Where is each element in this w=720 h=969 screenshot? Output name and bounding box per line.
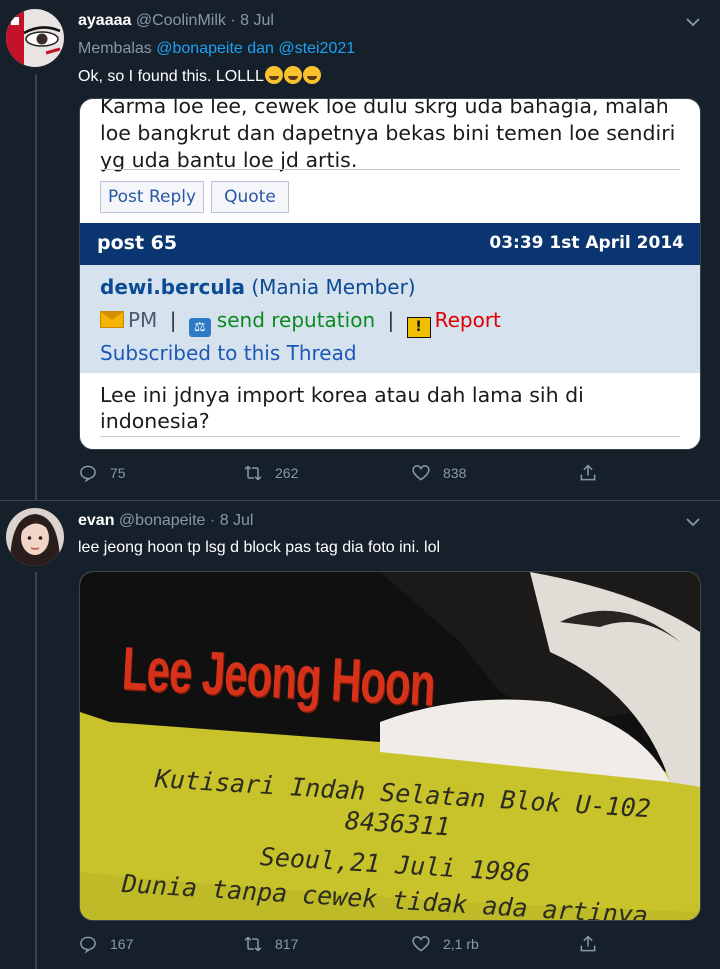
user-handle[interactable]: @bonapeite <box>119 512 206 529</box>
chevron-down-icon[interactable] <box>686 14 700 30</box>
scale-icon: ⚖ <box>188 318 211 337</box>
retweet-button[interactable]: 817 <box>243 934 298 954</box>
separator: | <box>169 308 177 332</box>
attached-image[interactable]: Karma loe lee, cewek loe dulu skrg uda b… <box>79 98 701 450</box>
retweet-count: 817 <box>275 936 299 952</box>
reply-count: 167 <box>110 936 134 952</box>
tweet-actions: 167 817 2,1 rb <box>78 934 618 956</box>
reply-and: dan <box>247 40 274 57</box>
tweet-text: Ok, so I found this. LOLLL <box>78 66 321 86</box>
forum-username: dewi.bercula <box>100 275 245 299</box>
send-reputation-link: send reputation <box>216 308 376 332</box>
chevron-down-icon[interactable] <box>686 514 700 530</box>
thread-connector <box>35 74 37 500</box>
avatar[interactable] <box>6 508 64 566</box>
user-handle[interactable]: @CoolinMilk <box>136 12 226 29</box>
retweet-icon <box>244 465 262 481</box>
reply-count: 75 <box>110 465 126 481</box>
tweet-body: Ok, so I found this. LOLLL <box>78 68 264 85</box>
pm-link: PM <box>128 308 158 332</box>
thread-connector <box>35 572 37 969</box>
like-count: 838 <box>443 465 467 481</box>
share-button[interactable] <box>578 934 610 954</box>
dot-separator: · <box>230 12 236 29</box>
crying-emoji-icon <box>302 66 321 84</box>
share-icon <box>580 935 596 952</box>
tweet-divider <box>0 500 720 501</box>
reply-prefix: Membalas <box>78 40 152 57</box>
heart-icon <box>412 936 430 952</box>
replying-to: Membalas @bonapeite dan @stei2021 <box>78 40 355 58</box>
dot-separator: · <box>209 512 216 529</box>
laughing-emoji-icon <box>283 66 302 84</box>
post-header-bar: post 65 03:39 1st April 2014 <box>80 223 700 265</box>
reply-icon <box>80 465 96 483</box>
reply-mention-1[interactable]: @bonapeite <box>156 40 243 57</box>
heart-icon <box>412 465 430 481</box>
reply-mention-2[interactable]: @stei2021 <box>278 40 355 57</box>
subscribed-link: Subscribed to this Thread <box>100 341 357 365</box>
like-count: 2,1 rb <box>443 936 479 952</box>
avatar-image <box>6 508 64 566</box>
quote-button: Quote <box>211 181 289 213</box>
post-number: post 65 <box>97 232 178 254</box>
display-name[interactable]: ayaaaa <box>78 12 131 29</box>
retweet-button[interactable]: 262 <box>243 463 298 483</box>
reply-icon <box>80 936 96 954</box>
divider <box>100 436 680 437</box>
avatar-image <box>6 9 64 67</box>
reply-button[interactable]: 167 <box>78 934 133 954</box>
share-button[interactable] <box>578 463 610 483</box>
retweet-icon <box>244 936 262 952</box>
report-link: Report <box>434 308 501 332</box>
like-button[interactable]: 838 <box>411 463 466 483</box>
laughing-emoji-icon <box>264 66 283 84</box>
avatar[interactable] <box>6 9 64 67</box>
reply-button[interactable]: 75 <box>78 463 126 483</box>
post-datetime: 03:39 1st April 2014 <box>489 233 684 253</box>
retweet-count: 262 <box>275 465 299 481</box>
tweet-header: ayaaaa @CoolinMilk · 8 Jul <box>78 12 274 30</box>
separator: | <box>387 308 395 332</box>
tweet-date[interactable]: 8 Jul <box>240 12 274 29</box>
tweet-date[interactable]: 8 Jul <box>220 512 254 529</box>
display-name[interactable]: evan <box>78 512 114 529</box>
forum-quote-text: Karma loe lee, cewek loe dulu skrg uda b… <box>100 98 676 172</box>
user-info-panel: dewi.bercula (Mania Member) PM | ⚖ send r… <box>80 265 700 373</box>
like-button[interactable]: 2,1 rb <box>411 934 479 954</box>
tweet-header: evan @bonapeite · 8 Jul <box>78 512 253 530</box>
tweet-actions: 75 262 838 <box>78 463 618 485</box>
attached-image[interactable]: Lee Jeong Hoon Kutisari Indah Selatan Bl… <box>79 571 701 921</box>
share-icon <box>580 464 596 481</box>
mail-icon <box>100 311 124 328</box>
forum-user-title: (Mania Member) <box>251 275 416 299</box>
warning-icon: ! <box>406 317 431 338</box>
tweet-text: lee jeong hoon tp lsg d block pas tag di… <box>78 539 441 556</box>
divider <box>100 169 680 170</box>
forum-post-body: Lee ini jdnya import korea atau dah lama… <box>100 383 584 433</box>
post-reply-button: Post Reply <box>100 181 204 213</box>
